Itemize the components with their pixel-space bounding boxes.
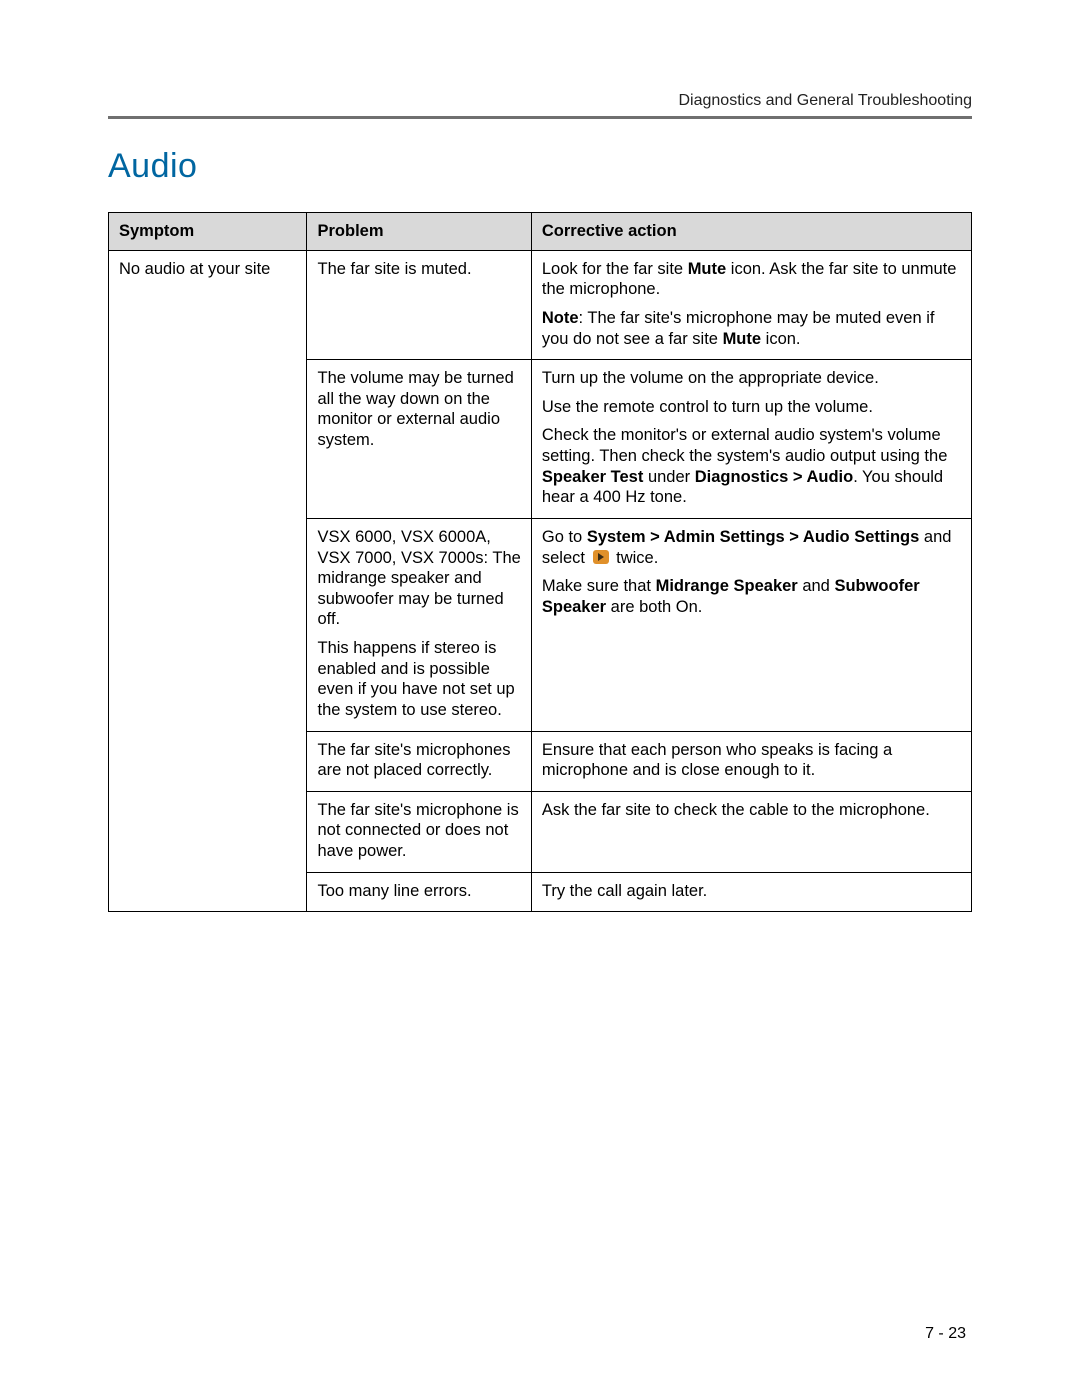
text: Go to [542,528,587,546]
text: Look for the far site [542,260,688,278]
col-action: Corrective action [531,213,971,251]
col-symptom: Symptom [109,213,307,251]
text: are both On. [606,598,702,616]
text: and [798,577,835,595]
table-header-row: Symptom Problem Corrective action [109,213,972,251]
bold-text: Mute [723,330,762,348]
text: Use the remote control to turn up the vo… [542,397,961,418]
action-cell: Look for the far site Mute icon. Ask the… [531,250,971,360]
text: under [643,468,694,486]
problem-cell: The far site is muted. [307,250,531,360]
running-header: Diagnostics and General Troubleshooting [108,92,972,110]
page-content: Diagnostics and General Troubleshooting … [0,0,1080,912]
bold-text: Mute [688,260,727,278]
text: Make sure that [542,577,656,595]
problem-cell: The volume may be turned all the way dow… [307,360,531,519]
page-number: 7 - 23 [925,1325,966,1343]
troubleshooting-table: Symptom Problem Corrective action No aud… [108,212,972,912]
text: Check the monitor's or external audio sy… [542,426,948,465]
action-cell: Ensure that each person who speaks is fa… [531,731,971,791]
action-cell: Ask the far site to check the cable to t… [531,791,971,872]
bold-text: Diagnostics > Audio [695,468,853,486]
bold-text: Speaker Test [542,468,644,486]
table-row: No audio at your site The far site is mu… [109,250,972,360]
text: This happens if stereo is enabled and is… [317,638,520,721]
col-problem: Problem [307,213,531,251]
bold-text: Midrange Speaker [656,577,798,595]
symptom-cell: No audio at your site [109,250,307,912]
text: VSX 6000, VSX 6000A, VSX 7000, VSX 7000s… [317,527,520,630]
action-cell: Go to System > Admin Settings > Audio Se… [531,518,971,731]
problem-cell: The far site's microphone is not connect… [307,791,531,872]
problem-cell: The far site's microphones are not place… [307,731,531,791]
text: Turn up the volume on the appropriate de… [542,368,961,389]
bold-text: Note [542,309,579,327]
action-cell: Try the call again later. [531,872,971,912]
action-cell: Turn up the volume on the appropriate de… [531,360,971,519]
text: icon. [761,330,800,348]
problem-cell: Too many line errors. [307,872,531,912]
text: twice. [612,549,659,567]
right-arrow-icon [593,550,609,564]
problem-cell: VSX 6000, VSX 6000A, VSX 7000, VSX 7000s… [307,518,531,731]
bold-text: System > Admin Settings > Audio Settings [587,528,920,546]
section-title: Audio [108,147,972,186]
header-rule [108,116,972,119]
